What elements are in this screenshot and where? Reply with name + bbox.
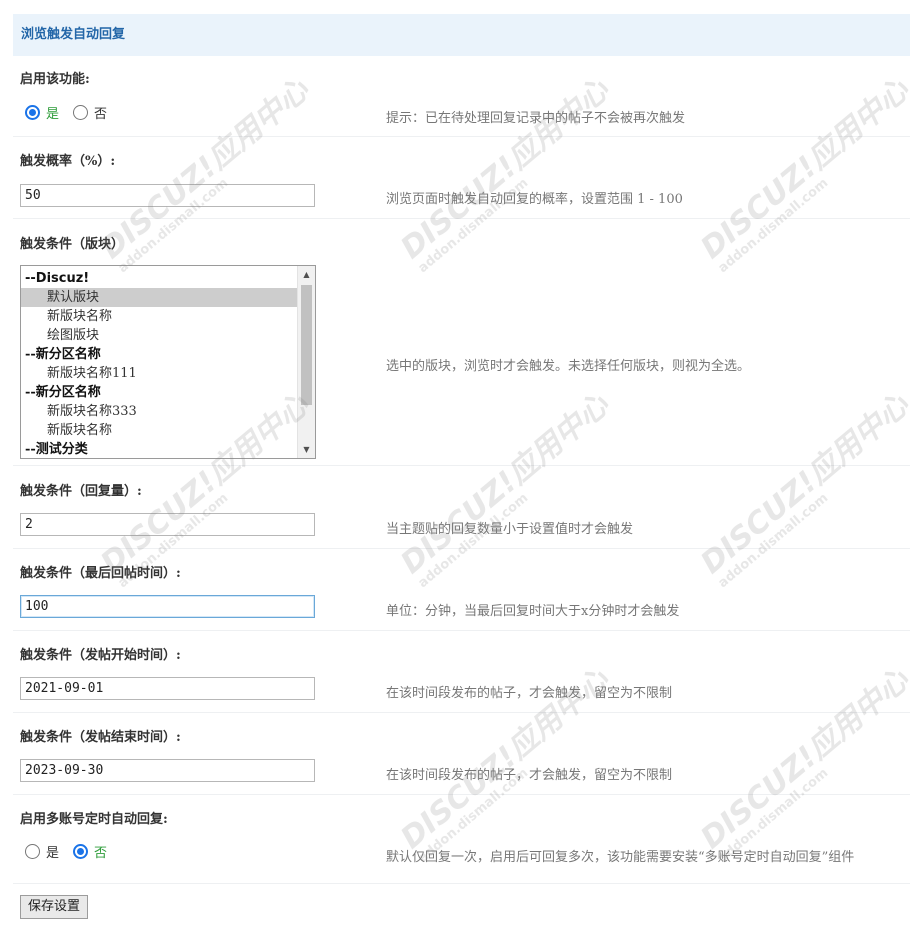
replies-input[interactable]: 2 (20, 513, 315, 536)
replies-tip: 当主题贴的回复数量小于设置值时才会触发 (386, 522, 634, 537)
start-time-input[interactable]: 2021-09-01 (20, 677, 315, 700)
forum-option[interactable]: 新版块名称 (21, 307, 297, 326)
multi-no-label[interactable]: 否 (94, 842, 107, 861)
forum-group-option: --新分区名称 (25, 385, 101, 400)
divider (13, 630, 910, 631)
enable-yes-radio[interactable] (25, 105, 40, 120)
multi-yes-radio[interactable] (25, 844, 40, 859)
probability-input[interactable]: 50 (20, 184, 315, 207)
watermark: DISCUZ!应用中心 addon.dismall.com (694, 387, 910, 592)
multi-yes-label[interactable]: 是 (46, 842, 59, 861)
enable-yes-label[interactable]: 是 (46, 103, 59, 122)
forum-option[interactable]: 默认版块 (21, 288, 297, 307)
enable-no-radio[interactable] (73, 105, 89, 120)
enable-radio-group: 是 否 (25, 103, 107, 122)
scroll-down-icon[interactable]: ▼ (298, 441, 315, 458)
divider (13, 712, 910, 713)
forum-option[interactable]: 新版块名称111 (21, 364, 297, 383)
end-time-input[interactable]: 2023-09-30 (20, 759, 315, 782)
forum-option[interactable]: 新版块名称 (21, 421, 297, 440)
forums-label: 触发条件（版块） (20, 237, 125, 252)
enable-label: 启用该功能: (20, 72, 90, 87)
divider (13, 136, 910, 137)
forums-tip: 选中的版块，浏览时才会触发。未选择任何版块，则视为全选。 (386, 359, 751, 374)
divider (13, 548, 910, 549)
multi-no-radio[interactable] (73, 844, 89, 859)
scroll-thumb[interactable] (301, 285, 312, 405)
enable-no-label[interactable]: 否 (94, 103, 107, 122)
save-settings-button[interactable]: 保存设置 (20, 895, 88, 919)
end-time-label: 触发条件（发帖结束时间）: (20, 730, 181, 745)
enable-tip: 提示：已在待处理回复记录中的帖子不会被再次触发 (386, 111, 686, 126)
watermark: DISCUZ!应用中心 addon.dismall.com (694, 662, 910, 867)
probability-tip: 浏览页面时触发自动回复的概率，设置范围 1 - 100 (386, 192, 683, 207)
forum-group-option: --Discuz! (25, 271, 90, 286)
scroll-up-icon[interactable]: ▲ (298, 266, 315, 283)
last-reply-label: 触发条件（最后回帖时间）: (20, 566, 181, 581)
start-time-label: 触发条件（发帖开始时间）: (20, 648, 181, 663)
watermark: DISCUZ!应用中心 addon.dismall.com (94, 72, 316, 277)
probability-label: 触发概率（%）: (20, 154, 116, 169)
watermark: DISCUZ!应用中心 addon.dismall.com (694, 72, 910, 277)
replies-label: 触发条件（回复量）: (20, 484, 142, 499)
multi-label: 启用多账号定时自动回复: (20, 812, 168, 827)
forum-option[interactable]: 绘图版块 (21, 326, 297, 345)
start-time-tip: 在该时间段发布的帖子，才会触发，留空为不限制 (386, 686, 673, 701)
last-reply-tip: 单位：分钟，当最后回复时间大于x分钟时才会触发 (386, 604, 680, 619)
end-time-tip: 在该时间段发布的帖子，才会触发，留空为不限制 (386, 768, 673, 783)
forum-option[interactable]: 新版块名称333 (21, 402, 297, 421)
divider (13, 794, 910, 795)
last-reply-input[interactable]: 100 (20, 595, 315, 618)
watermark: DISCUZ!应用中心 addon.dismall.com (394, 72, 616, 277)
multi-tip: 默认仅回复一次，启用后可回复多次，该功能需要安装“多账号定时自动回复”组件 (386, 850, 855, 865)
forums-multiselect[interactable]: --Discuz! 默认版块 新版块名称 绘图版块 --新分区名称 新版块名称111 --新… (20, 265, 316, 459)
section-title: 浏览触发自动回复 (21, 27, 126, 42)
forum-group-option: --测试分类 (25, 442, 88, 457)
divider (13, 883, 910, 884)
multi-radio-group: 是 否 (25, 842, 107, 861)
divider (13, 465, 910, 466)
section-header: 浏览触发自动回复 (13, 14, 910, 56)
forums-scrollbar[interactable]: ▲ ▼ (297, 266, 315, 458)
forum-group-option: --新分区名称 (25, 347, 101, 362)
forums-options: --Discuz! 默认版块 新版块名称 绘图版块 --新分区名称 新版块名称111 --新… (21, 266, 297, 458)
divider (13, 218, 910, 219)
watermark: DISCUZ!应用中心 addon.dismall.com (394, 387, 616, 592)
